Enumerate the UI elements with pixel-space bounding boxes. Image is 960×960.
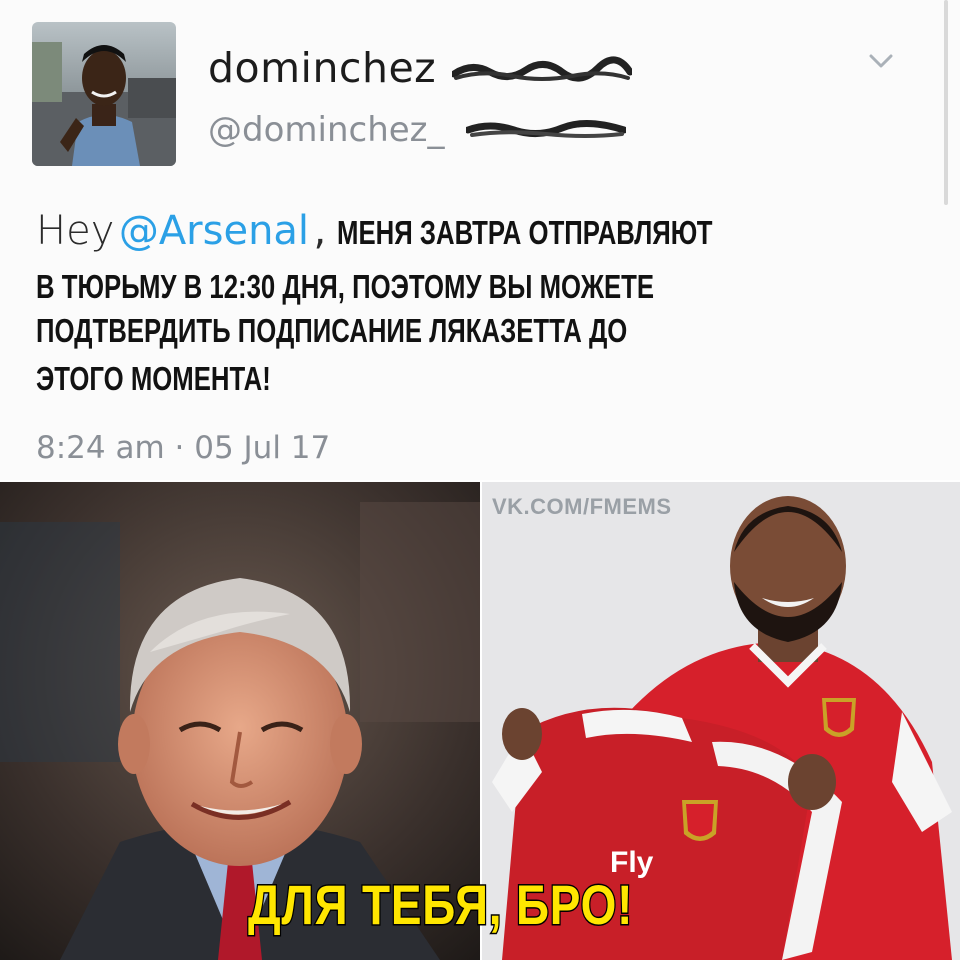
handle-redaction-scribble [466, 119, 626, 138]
comma: , [313, 208, 327, 254]
avatar[interactable] [32, 22, 176, 166]
tweet-line-2: В ТЮРЬМУ В 12:30 ДНЯ, ПОЭТОМУ ВЫ МОЖЕТЕ [36, 264, 828, 310]
tweet-line-4: ЭТОГО МОМЕНТА! [36, 356, 337, 402]
tweet-ru-line-1: МЕНЯ ЗАВТРА ОТПРАВЛЯЮТ [336, 214, 713, 251]
watermark: VK.COM/FMEMS [492, 494, 672, 519]
timestamp[interactable]: 8:24 am · 05 Jul 17 [36, 430, 330, 466]
tweet-ru-line-3: ПОДТВЕРДИТЬ ПОДПИСАНИЕ ЛЯКАЗЕТТА ДО [36, 312, 628, 349]
meme-caption: ДЛЯ ТЕБЯ, БРО! [247, 872, 634, 938]
handle[interactable]: @dominchez_ [208, 110, 445, 150]
scrollbar[interactable] [944, 0, 948, 205]
tweet-ru-line-4: ЭТОГО МОМЕНТА! [36, 360, 271, 397]
tweet-line-1: Hey @Arsenal , МЕНЯ ЗАВТРА ОТПРАВЛЯЮТ [36, 208, 818, 254]
tweet-card: dominchez @dominchez_ Hey @Arsenal , МЕН… [0, 0, 960, 480]
display-name[interactable]: dominchez [208, 44, 436, 92]
greeting: Hey [36, 208, 115, 254]
mention-link[interactable]: @Arsenal [119, 208, 309, 254]
name-redaction-scribble [452, 56, 632, 82]
tweet-line-3: ПОДТВЕРДИТЬ ПОДПИСАНИЕ ЛЯКАЗЕТТА ДО [36, 308, 794, 354]
tweet-ru-line-2: В ТЮРЬМУ В 12:30 ДНЯ, ПОЭТОМУ ВЫ МОЖЕТЕ [36, 268, 655, 305]
chevron-down-icon[interactable] [868, 52, 894, 70]
avatar-photo [32, 22, 176, 166]
